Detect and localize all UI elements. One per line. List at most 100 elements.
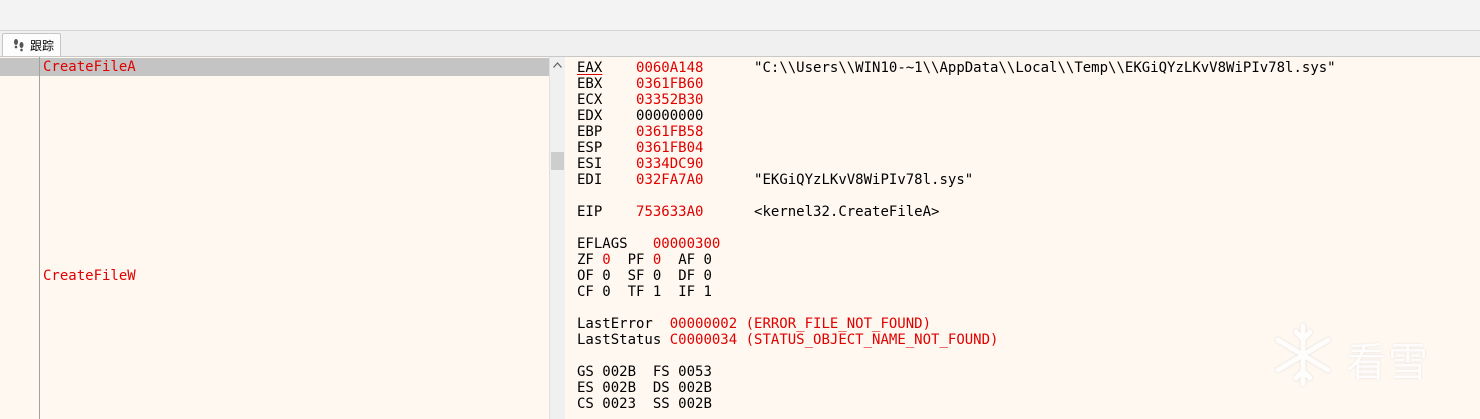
segment-name: FS xyxy=(652,364,670,380)
flag-name: PF xyxy=(627,252,645,268)
segment-name: DS xyxy=(652,380,670,396)
register-value: 032FA7A0 xyxy=(636,172,704,188)
register-value: 03352B30 xyxy=(636,92,704,108)
register-esp[interactable]: ESP 0361FB04 xyxy=(577,140,703,156)
last-status[interactable]: LastStatus C0000034 (STATUS_OBJECT_NAME_… xyxy=(577,332,998,348)
register-value: 00000002 xyxy=(669,316,738,332)
register-comment: (ERROR_FILE_NOT_FOUND) xyxy=(745,316,932,332)
flag-name: DF xyxy=(678,268,696,284)
register-eax[interactable]: EAX 0060A148 "C:\\Users\\WIN10-~1\\AppDa… xyxy=(577,60,1336,76)
flag-sf[interactable]: SF 0 xyxy=(628,268,662,284)
flag-name: IF xyxy=(678,284,696,300)
register-eflags[interactable]: EFLAGS 00000300 xyxy=(577,236,720,252)
register-comment: <kernel32.CreateFileA> xyxy=(754,204,940,220)
register-comment: (STATUS_OBJECT_NAME_NOT_FOUND) xyxy=(745,332,999,348)
flag-af[interactable]: AF 0 xyxy=(678,252,712,268)
tab-bar: 跟踪 xyxy=(0,31,1480,57)
flag-cf[interactable]: CF 0 xyxy=(577,284,611,300)
trace-row-createfilea[interactable]: CreateFileA xyxy=(0,58,549,76)
flag-value: 0 xyxy=(602,284,611,300)
segment-value: 002B xyxy=(678,396,712,412)
flag-value: 0 xyxy=(602,252,611,268)
register-edi[interactable]: EDI 032FA7A0 "EKGiQYzLKvV8WiPIv78l.sys" xyxy=(577,172,973,188)
segment-es[interactable]: ES 002B xyxy=(577,380,636,396)
register-value: 0361FB04 xyxy=(636,140,704,156)
flag-value: 1 xyxy=(652,284,662,300)
register-ebp[interactable]: EBP 0361FB58 xyxy=(577,124,703,140)
flag-value: 1 xyxy=(703,284,712,300)
scroll-thumb[interactable] xyxy=(551,152,564,170)
register-name: ESP xyxy=(577,140,603,156)
register-name: EBP xyxy=(577,124,603,140)
register-value: 0361FB58 xyxy=(636,124,704,140)
register-value: 0060A148 xyxy=(636,60,704,76)
trace-list[interactable]: CreateFileA CreateFileW xyxy=(0,57,550,419)
register-name: ESI xyxy=(577,156,603,172)
register-name: EBX xyxy=(577,76,603,92)
flag-value: 0 xyxy=(602,268,611,284)
register-name: ECX xyxy=(577,92,603,108)
segment-ss[interactable]: SS 002B xyxy=(653,396,712,412)
flag-value: 0 xyxy=(703,252,712,268)
flag-if[interactable]: IF 1 xyxy=(678,284,712,300)
segments-row-3: CS 0023 SS 002B xyxy=(577,396,712,412)
segment-value: 002B xyxy=(602,364,637,380)
segment-name: ES xyxy=(577,380,594,396)
flag-zf[interactable]: ZF 0 xyxy=(577,252,611,268)
segment-value: 002B xyxy=(678,380,712,396)
watermark: 看雪 xyxy=(1268,320,1468,390)
trace-row-createfilew[interactable]: CreateFileW xyxy=(0,267,549,285)
register-edx[interactable]: EDX 00000000 xyxy=(577,108,703,124)
register-ebx[interactable]: EBX 0361FB60 xyxy=(577,76,703,92)
segment-gs[interactable]: GS 002B xyxy=(577,364,636,380)
flag-tf[interactable]: TF 1 xyxy=(628,284,662,300)
flag-df[interactable]: DF 0 xyxy=(678,268,712,284)
register-name: EFLAGS xyxy=(577,236,628,252)
last-error[interactable]: LastError 00000002 (ERROR_FILE_NOT_FOUND… xyxy=(577,316,931,332)
segment-value: 0023 xyxy=(602,396,637,412)
register-eip[interactable]: EIP 753633A0 <kernel32.CreateFileA> xyxy=(577,204,939,220)
register-name: EDX xyxy=(577,108,603,124)
flags-row-2: OF 0 SF 0 DF 0 xyxy=(577,268,712,284)
segment-name: CS xyxy=(577,396,594,412)
register-ecx[interactable]: ECX 03352B30 xyxy=(577,92,703,108)
flags-row-3: CF 0 TF 1 IF 1 xyxy=(577,284,712,300)
trace-row-label: CreateFileA xyxy=(43,59,136,75)
trace-scrollbar[interactable] xyxy=(549,57,565,419)
watermark-text: 看雪 xyxy=(1346,340,1430,386)
flag-value: 0 xyxy=(652,252,662,268)
tab-trace[interactable]: 跟踪 xyxy=(2,33,62,56)
flag-pf[interactable]: PF 0 xyxy=(628,252,662,268)
segment-value: 0053 xyxy=(678,364,712,380)
flag-of[interactable]: OF 0 xyxy=(577,268,611,284)
register-name: EAX xyxy=(577,60,603,76)
segment-name: GS xyxy=(577,364,594,380)
register-comment: "C:\\Users\\WIN10-~1\\AppData\\Local\\Te… xyxy=(754,60,1336,76)
flag-name: TF xyxy=(627,284,645,300)
flag-value: 0 xyxy=(703,268,712,284)
segment-cs[interactable]: CS 0023 xyxy=(577,396,636,412)
register-name: LastStatus xyxy=(577,332,662,348)
segment-ds[interactable]: DS 002B xyxy=(653,380,712,396)
register-name: EDI xyxy=(577,172,603,188)
register-value: C0000034 xyxy=(669,332,738,348)
flag-name: SF xyxy=(627,268,645,284)
top-toolbar xyxy=(0,0,1480,31)
segments-row-1: GS 002B FS 0053 xyxy=(577,364,712,380)
segments-row-2: ES 002B DS 002B xyxy=(577,380,712,396)
column-divider xyxy=(39,57,40,419)
register-esi[interactable]: ESI 0334DC90 xyxy=(577,156,703,172)
register-name: EIP xyxy=(577,204,603,220)
flags-row-1: ZF 0 PF 0 AF 0 xyxy=(577,252,712,268)
register-name: LastError xyxy=(577,316,653,332)
register-value: 0361FB60 xyxy=(636,76,704,92)
register-value: 00000300 xyxy=(652,236,721,252)
register-comment: "EKGiQYzLKvV8WiPIv78l.sys" xyxy=(754,172,974,188)
flag-name: CF xyxy=(577,284,594,300)
segment-value: 002B xyxy=(602,380,637,396)
scroll-up-button[interactable] xyxy=(550,57,565,73)
segment-name: SS xyxy=(652,396,670,412)
segment-fs[interactable]: FS 0053 xyxy=(653,364,712,380)
snowflake-icon xyxy=(1275,323,1331,387)
flag-value: 0 xyxy=(652,268,662,284)
